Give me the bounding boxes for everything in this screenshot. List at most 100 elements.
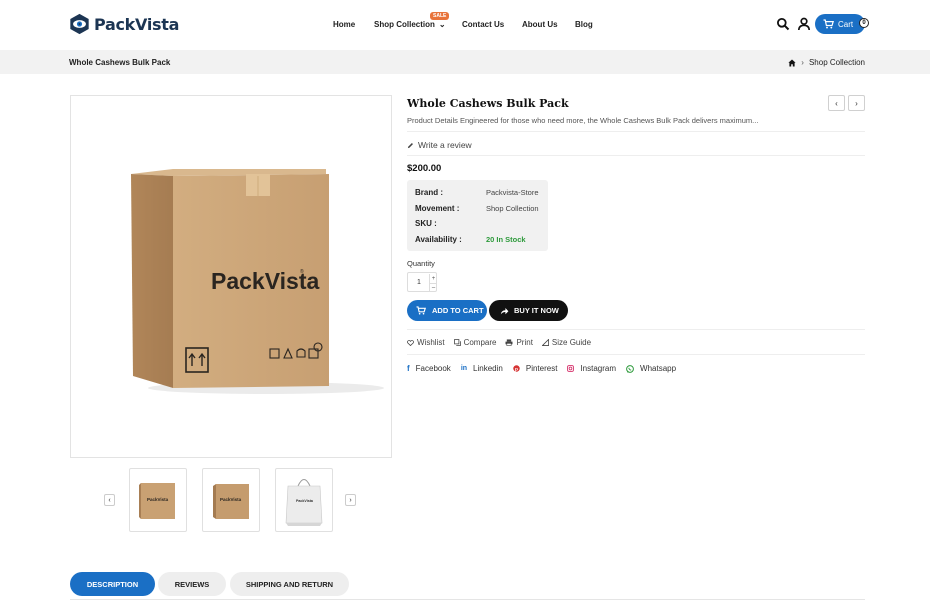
social-share: f Facebook in Linkedin p Pinterest Insta… <box>407 364 686 373</box>
spec-key: Brand : <box>415 188 443 197</box>
thumbnail-box-angle-image: PackVista <box>213 484 249 519</box>
spec-value[interactable]: Shop Collection <box>486 204 539 213</box>
sale-badge: SALE <box>430 12 450 20</box>
spec-value[interactable]: Packvista-Store <box>486 188 539 197</box>
compare-icon <box>453 339 461 346</box>
share-facebook[interactable]: f Facebook <box>407 364 451 373</box>
cart-icon <box>416 306 426 315</box>
thumbnail-next-button[interactable]: › <box>345 494 356 506</box>
cart-label: Cart <box>838 19 854 29</box>
divider <box>407 354 865 355</box>
thumbnail-prev-button[interactable]: ‹ <box>104 494 115 506</box>
product-actions: Wishlist Compare Print Size Guide <box>407 338 600 347</box>
product-box-illustration: PackVista ® <box>131 169 384 394</box>
share-instagram[interactable]: Instagram <box>567 364 616 373</box>
add-to-cart-label: ADD TO CART <box>432 306 484 315</box>
quantity-input[interactable]: 1 <box>417 279 421 286</box>
divider <box>407 131 865 132</box>
svg-text:PackVista: PackVista <box>220 497 242 502</box>
thumbnail-item[interactable]: PackVista <box>202 468 260 532</box>
chevron-down-icon: ⌄ <box>438 20 446 29</box>
main-nav: Home Shop Collection ⌄ SALE Contact Us Ab… <box>0 12 930 34</box>
share-arrow-icon <box>500 307 509 314</box>
print-link[interactable]: Print <box>505 338 533 347</box>
thumbnail-shopping-bag-image: PackVista <box>285 479 323 526</box>
product-price: $200.00 <box>407 163 442 174</box>
share-whatsapp[interactable]: Whatsapp <box>626 364 676 373</box>
wishlist-label: Wishlist <box>417 338 445 347</box>
svg-text:PackVista: PackVista <box>147 497 169 502</box>
stock-status: 20 In Stock <box>486 235 526 244</box>
chevron-right-icon: › <box>855 98 858 108</box>
chevron-left-icon: ‹ <box>835 98 838 108</box>
linkedin-label: Linkedin <box>473 364 503 373</box>
spec-key: Availability : <box>415 235 462 244</box>
chevron-right-icon: › <box>801 58 804 67</box>
cart-count-badge: 0 <box>859 18 869 28</box>
quantity-decrease-button[interactable]: – <box>429 283 437 292</box>
size-guide-label: Size Guide <box>551 338 592 347</box>
share-linkedin[interactable]: in Linkedin <box>461 364 503 373</box>
size-guide-link[interactable]: Size Guide <box>541 338 592 347</box>
tab-reviews[interactable]: REVIEWS <box>158 572 226 596</box>
svg-text:PackVista: PackVista <box>296 499 314 503</box>
chevron-left-icon: ‹ <box>108 496 111 504</box>
svg-text:®: ® <box>300 268 304 275</box>
thumbnail-box-front-image: PackVista <box>139 483 175 519</box>
whatsapp-label: Whatsapp <box>640 364 677 373</box>
compare-label: Compare <box>463 338 497 347</box>
share-pinterest[interactable]: p Pinterest <box>513 364 557 373</box>
heart-icon <box>407 339 414 346</box>
buy-it-now-label: BUY IT NOW <box>514 306 559 315</box>
write-review-link[interactable]: Write a review <box>407 140 472 150</box>
add-to-cart-button[interactable]: ADD TO CART <box>407 300 487 321</box>
buy-it-now-button[interactable]: BUY IT NOW <box>489 300 568 321</box>
compare-link[interactable]: Compare <box>453 338 497 347</box>
quantity-increase-button[interactable]: + <box>429 274 437 283</box>
print-label: Print <box>516 338 533 347</box>
quantity-stepper: 1 + – <box>407 272 437 292</box>
main-product-image[interactable]: PackVista ® <box>70 95 392 458</box>
prev-product-button[interactable]: ‹ <box>828 95 845 111</box>
nav-home[interactable]: Home <box>333 20 355 29</box>
ruler-icon <box>541 339 549 346</box>
user-icon[interactable] <box>797 17 811 31</box>
nav-about-us[interactable]: About Us <box>522 20 558 29</box>
instagram-icon <box>567 365 575 372</box>
nav-shop-collection-label: Shop Collection <box>374 20 435 29</box>
thumbnail-item[interactable]: PackVista <box>129 468 187 532</box>
whatsapp-icon <box>626 364 634 373</box>
thumbnail-item[interactable]: PackVista <box>275 468 333 532</box>
page-title: Whole Cashews Bulk Pack <box>69 58 171 67</box>
printer-icon <box>505 339 513 346</box>
chevron-right-icon: › <box>349 496 352 504</box>
svg-text:p: p <box>515 367 518 372</box>
nav-contact-us[interactable]: Contact Us <box>462 20 504 29</box>
divider <box>407 155 865 156</box>
quantity-label: Quantity <box>407 259 435 268</box>
spec-key: Movement : <box>415 204 460 213</box>
site-header: PackVista Home Shop Collection ⌄ SALE Con… <box>0 0 930 50</box>
facebook-label: Facebook <box>415 364 451 373</box>
pencil-icon <box>407 142 413 148</box>
linkedin-icon: in <box>460 365 468 372</box>
breadcrumb-link-shop-collection[interactable]: Shop Collection <box>809 58 865 67</box>
search-icon[interactable] <box>776 17 790 31</box>
next-product-button[interactable]: › <box>848 95 865 111</box>
tab-shipping-and-return[interactable]: SHIPPING AND RETURN <box>230 572 349 596</box>
nav-blog[interactable]: Blog <box>575 20 593 29</box>
product-description: Product Details Engineered for those who… <box>407 116 759 125</box>
product-specs: Brand : Packvista-Store Movement : Shop … <box>407 180 548 251</box>
wishlist-link[interactable]: Wishlist <box>407 338 445 347</box>
divider <box>407 329 865 330</box>
facebook-icon: f <box>407 364 410 373</box>
instagram-label: Instagram <box>580 364 617 373</box>
tab-description[interactable]: DESCRIPTION <box>70 572 155 596</box>
cart-icon <box>823 19 834 29</box>
nav-shop-collection[interactable]: Shop Collection ⌄ SALE <box>374 12 450 29</box>
home-icon[interactable] <box>788 59 796 67</box>
cart-button[interactable]: Cart 0 <box>815 14 869 34</box>
pinterest-icon: p <box>513 365 520 372</box>
spec-key: SKU : <box>415 219 437 228</box>
product-title: Whole Cashews Bulk Pack <box>407 97 569 110</box>
